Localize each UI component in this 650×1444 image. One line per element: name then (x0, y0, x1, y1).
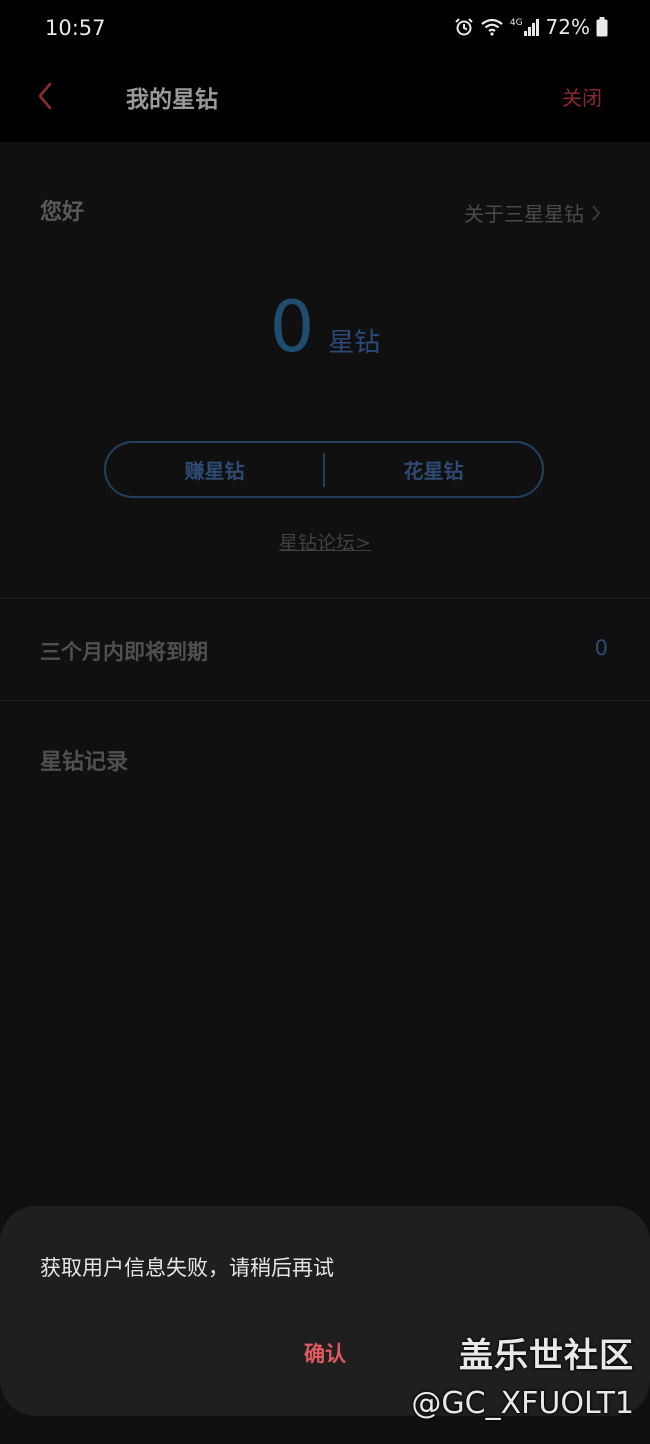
close-button[interactable]: 关闭 (562, 82, 602, 111)
watermark-brand: 盖乐世社区 (459, 1336, 634, 1376)
network-label: 4G (509, 18, 523, 28)
earn-spend-toggle: 赚星钻 花星钻 (104, 441, 544, 498)
status-icons: 4G 72% (454, 15, 608, 39)
battery-icon (596, 17, 608, 37)
app-header: 我的星钻 关闭 (0, 60, 650, 142)
balance-display: 0 星钻 (0, 292, 650, 362)
section-divider (0, 700, 650, 701)
dialog-message: 获取用户信息失败，请稍后再试 (40, 1256, 334, 1280)
about-label: 关于三星星钻 (464, 202, 584, 226)
status-bar: 10:57 4G 72% (0, 0, 650, 60)
records-title: 星钻记录 (40, 750, 129, 775)
about-link[interactable]: 关于三星星钻 (464, 198, 602, 227)
back-button[interactable] (30, 78, 66, 114)
page-title: 我的星钻 (126, 87, 218, 113)
earn-button[interactable]: 赚星钻 (106, 443, 323, 496)
expiring-value: 0 (594, 636, 608, 660)
expiring-label: 三个月内即将到期 (40, 640, 208, 664)
status-time: 10:57 (45, 16, 106, 40)
forum-link[interactable]: 星钻论坛> (0, 528, 650, 555)
section-divider (0, 598, 650, 599)
wifi-icon (481, 18, 503, 36)
battery-percent: 72% (545, 15, 590, 39)
signal-4g-icon: 4G (510, 18, 540, 36)
chevron-right-icon (592, 204, 601, 221)
greeting-text: 您好 (40, 200, 85, 225)
chevron-left-icon (38, 82, 52, 110)
spend-button[interactable]: 花星钻 (325, 443, 542, 496)
alarm-icon (455, 18, 473, 36)
balance-unit: 星钻 (328, 328, 381, 358)
watermark: 盖乐世社区 @GC_XFUOLT1 (411, 1334, 634, 1424)
watermark-handle: @GC_XFUOLT1 (411, 1386, 634, 1421)
balance-value: 0 (269, 286, 315, 368)
